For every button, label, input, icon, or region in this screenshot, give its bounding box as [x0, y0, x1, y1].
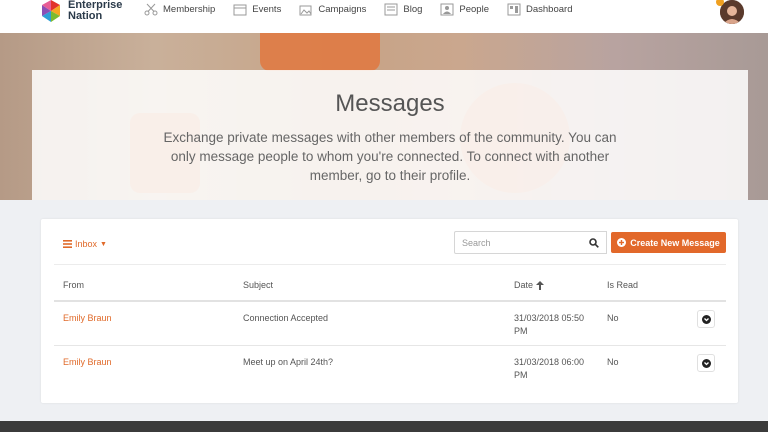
column-header-is-read: Is Read: [607, 280, 639, 290]
person-icon: [440, 3, 454, 16]
nav-item-campaigns[interactable]: Campaigns: [299, 3, 366, 16]
row-divider: [54, 345, 726, 346]
row-actions-button[interactable]: [697, 354, 715, 372]
search-icon: [588, 237, 599, 248]
messages-panel: Inbox ▼ Create New Message From Subject …: [41, 219, 738, 403]
logo-mark-icon: [40, 0, 62, 22]
row-from-link[interactable]: Emily Braun: [63, 356, 112, 369]
hero-banner: Messages Exchange private messages with …: [0, 33, 768, 200]
nav-item-events[interactable]: Events: [233, 3, 281, 16]
scissors-icon: [144, 3, 158, 16]
nav-label-campaigns: Campaigns: [318, 4, 367, 15]
caret-down-icon: ▼: [100, 240, 107, 248]
column-header-subject: Subject: [243, 280, 274, 290]
footer: [0, 421, 768, 432]
hero-deco-shape: [260, 33, 380, 71]
nav-item-dashboard[interactable]: Dashboard: [507, 3, 572, 16]
plus-circle-icon: [617, 238, 627, 247]
chevron-down-circle-icon: [701, 314, 711, 324]
nav-item-people[interactable]: People: [440, 3, 489, 16]
inbox-label: Inbox: [75, 239, 98, 249]
chevron-down-circle-icon: [701, 358, 711, 368]
nav-label-events: Events: [252, 4, 282, 15]
brand-logo[interactable]: Enterprise Nation: [40, 0, 122, 22]
row-date-line1: 31/03/2018 05:50: [514, 313, 585, 323]
create-new-message-label: Create New Message: [630, 237, 720, 248]
dashboard-icon: [507, 3, 521, 16]
calendar-icon: [233, 4, 247, 16]
row-date: 31/03/2018 05:50 PM: [514, 312, 584, 338]
nav-label-dashboard: Dashboard: [526, 4, 573, 15]
search-button[interactable]: [581, 231, 607, 254]
nav-label-people: People: [459, 4, 489, 15]
row-from-link[interactable]: Emily Braun: [63, 312, 112, 325]
nav-item-membership[interactable]: Membership: [144, 3, 215, 16]
nav-label-membership: Membership: [163, 4, 216, 15]
image-icon: [299, 5, 312, 16]
brand-name: Enterprise Nation: [68, 0, 122, 22]
brand-name-line2: Nation: [68, 10, 103, 22]
row-actions-button[interactable]: [697, 310, 715, 328]
row-date-line1: 31/03/2018 06:00: [514, 357, 585, 367]
column-header-from: From: [63, 280, 84, 290]
page-description: Exchange private messages with other mem…: [163, 130, 617, 183]
nav-label-blog: Blog: [403, 4, 423, 15]
row-date-line2: PM: [514, 326, 528, 336]
row-date: 31/03/2018 06:00 PM: [514, 356, 584, 382]
page-title: Messages: [335, 90, 445, 117]
row-subject: Meet up on April 24th?: [243, 357, 334, 367]
sort-arrow-up-icon: [536, 280, 545, 290]
main-nav: Membership Events Campaigns Blog People …: [144, 3, 572, 16]
row-subject: Connection Accepted: [243, 313, 329, 323]
list-icon: [63, 240, 72, 248]
header-divider: [54, 300, 726, 302]
column-header-date-label: Date: [514, 280, 534, 290]
row-is-read: No: [607, 357, 619, 367]
create-new-message-button[interactable]: Create New Message: [611, 232, 726, 253]
inbox-dropdown[interactable]: Inbox ▼: [63, 239, 107, 249]
nav-item-blog[interactable]: Blog: [384, 3, 422, 16]
toolbar-divider: [54, 264, 726, 265]
top-navbar: Enterprise Nation Membership Events Camp…: [0, 0, 768, 33]
row-date-line2: PM: [514, 370, 528, 380]
row-is-read: No: [607, 313, 619, 323]
blog-icon: [384, 3, 398, 16]
column-header-date[interactable]: Date: [514, 280, 545, 290]
hero-card: Messages Exchange private messages with …: [32, 70, 748, 200]
